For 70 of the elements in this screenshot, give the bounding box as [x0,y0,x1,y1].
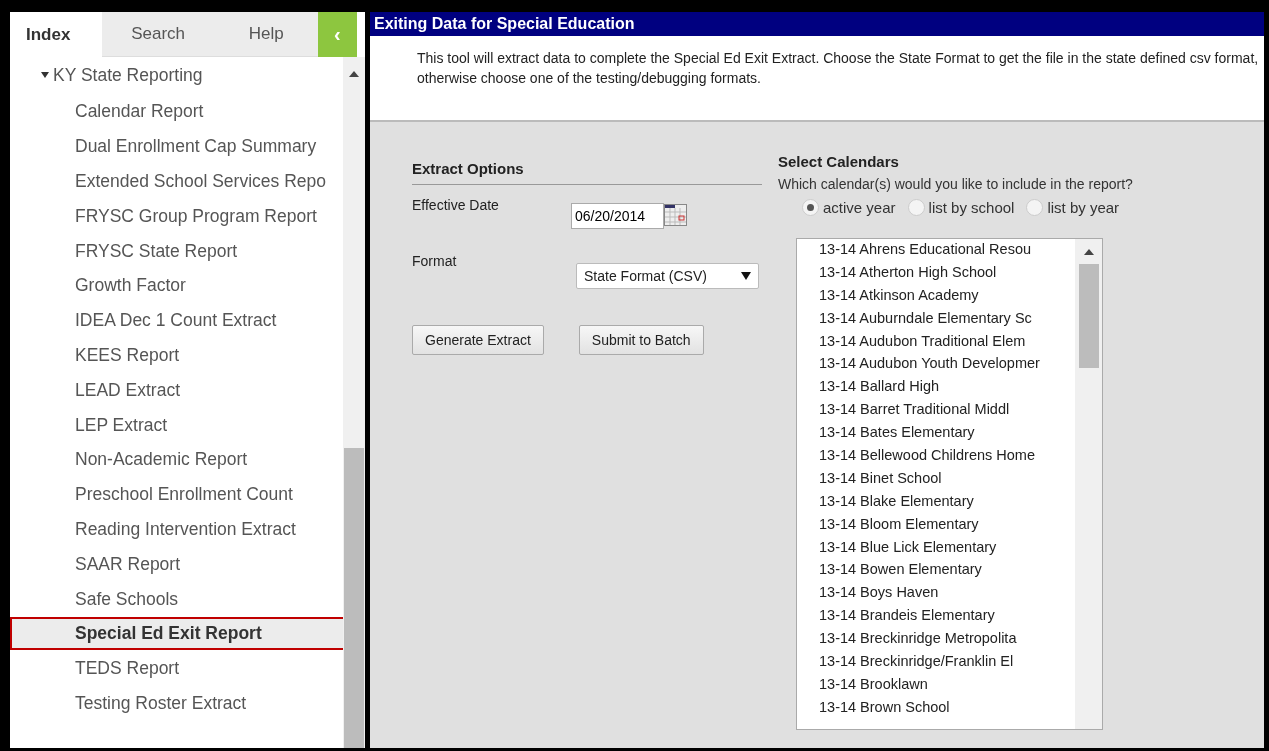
radio-icon[interactable] [1026,199,1044,216]
tree-item[interactable]: Special Ed Exit Report [10,617,343,651]
tree-item[interactable]: Growth Factor [10,269,343,303]
tree-item[interactable]: FRYSC State Report [10,234,343,268]
radio-icon[interactable] [907,199,925,216]
tree-item[interactable]: Preschool Enrollment Count [10,478,343,512]
calendar-option[interactable]: 13-14 Bloom Elementary [819,515,1075,539]
calendar-option[interactable]: 13-14 Ballard High [819,378,1075,402]
tree-item[interactable]: Calendar Report [10,95,343,129]
tree-item[interactable]: FRYSC Group Program Report [10,199,343,233]
scroll-up-icon[interactable] [1083,249,1094,255]
radio-label: active year [823,199,896,216]
question-text: Which calendar(s) would you like to include in the report? [778,176,1133,192]
calendar-option[interactable]: 13-14 Audubon Youth Developmer [819,355,1075,379]
tree-item[interactable]: LEP Extract [10,408,343,442]
tree-item[interactable]: LEAD Extract [10,373,343,407]
calendar-option[interactable]: 13-14 Ahrens Educational Resou [819,241,1075,264]
radio-icon[interactable] [802,199,819,216]
calendar-option[interactable]: 13-14 Blake Elementary [819,492,1075,516]
calendar-option[interactable]: 13-14 Binet School [819,469,1075,493]
calendar-option[interactable]: 13-14 Breckinridge/Franklin El [819,653,1075,676]
calendar-list[interactable] [796,238,1103,730]
tree-item[interactable]: Testing Roster Extract [10,686,343,720]
page-title: Exiting Data for Special Education [370,12,1264,36]
tab[interactable]: Help [214,12,318,57]
calendar-option[interactable]: 13-14 Brown School [819,698,1075,722]
calendar-option[interactable]: 13-14 Atherton High School [819,263,1075,287]
tree-item[interactable]: SAAR Report [10,547,343,581]
radio-option[interactable]: active year [802,199,896,216]
calendar-option[interactable]: 13-14 Bowen Elementary [819,561,1075,585]
action-button[interactable]: Submit to Batch [578,325,704,355]
radio-label: list by school [928,199,1015,216]
calendar-icon[interactable] [664,204,687,226]
field-label: Format [412,252,458,269]
calendar-option[interactable]: 13-14 Audubon Traditional Elem [819,332,1075,356]
tree-item[interactable]: Reading Intervention Extract [10,512,343,546]
tab[interactable]: Search [101,12,215,57]
radio-option[interactable]: list by year [1026,199,1120,216]
tree-item[interactable]: Safe Schools [10,582,343,616]
tree-item[interactable]: IDEA Dec 1 Count Extract [10,304,343,338]
action-button[interactable]: Generate Extract [412,325,544,355]
scroll-thumb[interactable] [1078,264,1099,368]
calendar-option[interactable]: 13-14 Breckinridge Metropolita [819,630,1075,654]
calendar-option[interactable]: 13-14 Blue Lick Elementary [819,538,1075,562]
format-dropdown[interactable]: State Format (CSV) [576,263,759,289]
tree-item[interactable]: Dual Enrollment Cap Summary [10,130,343,164]
calendar-option[interactable]: 13-14 Bellewood Childrens Home [819,447,1075,470]
radio-label: list by year [1047,199,1120,216]
caret-icon [41,71,49,80]
calendar-option[interactable]: 13-14 Brooklawn [819,675,1075,699]
radio-option[interactable]: list by school [907,199,1015,216]
scrollbar[interactable] [343,57,365,748]
description-text: This tool will extract data to complete the Special Ed Exit Extract. Choose the State Format to get the file in the state defined csv format, otherwise choose one of the testing/debugging formats. [370,36,1264,122]
calendar-option[interactable]: 13-14 Brandeis Elementary [819,607,1075,631]
tree-item[interactable]: KEES Report [10,338,343,372]
date-field[interactable]: 06/20/2014 [571,203,664,229]
dropdown-caret-icon [741,272,751,280]
field-label: Effective Date [412,196,500,213]
tree-folder[interactable]: KY State Reporting [10,57,343,94]
tree-item[interactable]: TEDS Report [10,652,343,686]
calendar-option[interactable]: 13-14 Atkinson Academy [819,286,1075,310]
calendar-option[interactable]: 13-14 Bates Elementary [819,424,1075,447]
section-heading: Extract Options [412,160,525,177]
calendar-option[interactable]: 13-14 Barret Traditional Middl [819,401,1075,425]
tree-item[interactable]: Extended School Services Repo [10,165,343,198]
scroll-up-icon[interactable] [349,71,359,77]
tree-item[interactable]: Non-Academic Report [10,443,343,477]
section-heading: Select Calendars [778,153,900,170]
calendar-option[interactable]: 13-14 Auburndale Elementary Sc [819,309,1075,333]
calendar-option[interactable]: 13-14 Boys Haven [819,584,1075,608]
